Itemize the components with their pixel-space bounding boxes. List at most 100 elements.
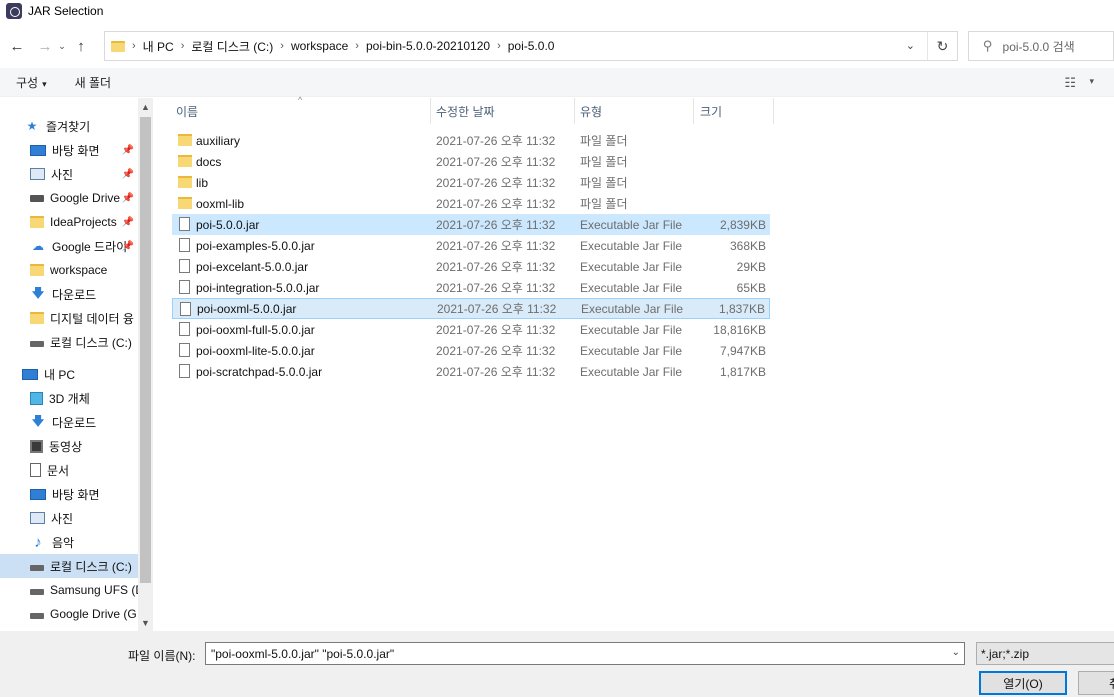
file-icon [179,343,190,357]
sidebar-item-label: 동영상 [49,439,83,454]
column-divider[interactable] [430,98,431,124]
recent-locations-chevron-icon[interactable]: ⌄ [56,35,68,57]
file-date: 2021-07-26 오후 11:32 [436,281,556,295]
filename-input[interactable]: "poi-ooxml-5.0.0.jar" "poi-5.0.0.jar" ⌄ [205,642,965,665]
breadcrumb-poi-bin[interactable]: poi-bin-5.0.0-20210120 [366,39,490,53]
sidebar-item-local-disk-quick[interactable]: 로컬 디스크 (C:) [0,330,138,354]
file-date: 2021-07-26 오후 11:32 [437,302,557,316]
sidebar-item-videos[interactable]: 동영상 [0,434,138,458]
chevron-down-icon[interactable]: ⌄ [906,39,915,52]
drive-icon [30,194,44,202]
search-box[interactable]: ⚲ poi-5.0.0 검색 [968,31,1114,61]
column-divider[interactable] [574,98,575,124]
chevron-right-icon[interactable]: › [181,40,185,52]
sidebar-item-music[interactable]: ♪ 음악 [0,530,138,554]
sidebar-item-label: 다운로드 [52,415,97,430]
table-row[interactable]: docs 2021-07-26 오후 11:32 파일 폴더 [172,151,770,172]
sidebar-item-this-pc[interactable]: 내 PC [0,362,138,386]
column-divider[interactable] [773,98,774,124]
sidebar-item-desktop-pc[interactable]: 바탕 화면 [0,482,138,506]
command-toolbar: 구성 ▾ 새 폴더 ☷ ▾ [0,68,1114,97]
organize-button[interactable]: 구성 ▾ [16,74,47,91]
column-header-size[interactable]: 크기 [700,98,770,124]
sidebar-item-google-drive-kr[interactable]: ☁ Google 드라이 📌 [0,234,138,258]
sidebar-item-documents[interactable]: 문서 [0,458,138,482]
sidebar-item-ideaprojects[interactable]: IdeaProjects 📌 [0,210,138,234]
table-row[interactable]: poi-scratchpad-5.0.0.jar 2021-07-26 오후 1… [172,361,770,382]
sidebar-item-label: Samsung UFS (D [50,583,138,597]
pin-icon: 📌 [121,168,134,180]
sidebar-item-downloads-pc[interactable]: 🡇 다운로드 [0,410,138,434]
sidebar-item-samsung-ufs[interactable]: Samsung UFS (D [0,578,138,602]
forward-arrow-icon[interactable]: → [34,35,56,57]
sidebar-item-label: 즐겨찾기 [46,119,91,134]
sidebar-item-downloads[interactable]: 🡇 다운로드 [0,282,138,306]
file-type: Executable Jar File [580,217,683,232]
file-date: 2021-07-26 오후 11:32 [436,323,556,337]
column-header-name[interactable]: 이름 ^ [176,95,430,124]
column-header-type[interactable]: 유형 [580,98,690,124]
sidebar-scrollbar[interactable]: ▲ ▼ [138,98,153,631]
chevron-right-icon[interactable]: › [355,40,359,52]
file-name: auxiliary [196,133,241,148]
breadcrumb-local-disk[interactable]: 로컬 디스크 (C:) [191,38,273,55]
search-input[interactable]: poi-5.0.0 검색 [1003,38,1075,55]
sidebar-item-google-drive-g[interactable]: Google Drive (G [0,602,138,626]
table-row[interactable]: poi-ooxml-full-5.0.0.jar 2021-07-26 오후 1… [172,319,770,340]
table-row[interactable]: lib 2021-07-26 오후 11:32 파일 폴더 [172,172,770,193]
sidebar-item-google-drive[interactable]: Google Drive 📌 [0,186,138,210]
sidebar-item-local-disk[interactable]: 로컬 디스크 (C:) [0,554,138,578]
up-arrow-icon[interactable]: ↑ [70,35,92,57]
column-divider[interactable] [693,98,694,124]
sidebar-item-pictures[interactable]: 사진 📌 [0,162,138,186]
sidebar-item-label: 내 PC [44,367,76,382]
breadcrumb-workspace[interactable]: workspace [291,39,348,53]
scroll-up-icon[interactable]: ▲ [138,98,153,115]
refresh-icon[interactable]: ↻ [927,32,957,60]
chevron-right-icon[interactable]: › [132,40,136,52]
table-row[interactable]: ooxml-lib 2021-07-26 오후 11:32 파일 폴더 [172,193,770,214]
breadcrumb-poi[interactable]: poi-5.0.0 [508,39,555,53]
table-row[interactable]: poi-5.0.0.jar 2021-07-26 오후 11:32 Execut… [172,214,770,235]
sidebar-item-3d-objects[interactable]: 3D 개체 [0,386,138,410]
table-row[interactable]: auxiliary 2021-07-26 오후 11:32 파일 폴더 [172,130,770,151]
sidebar-item-label: 음악 [52,535,75,550]
sidebar-item-favorites[interactable]: ★ 즐겨찾기 [0,114,138,138]
file-icon [179,364,190,378]
scrollbar-thumb[interactable] [140,117,151,583]
sidebar-item-pictures-pc[interactable]: 사진 [0,506,138,530]
chevron-right-icon[interactable]: › [497,40,501,52]
sidebar-item-workspace[interactable]: workspace [0,258,138,282]
table-row[interactable]: poi-integration-5.0.0.jar 2021-07-26 오후 … [172,277,770,298]
sidebar-item-desktop[interactable]: 바탕 화면 📌 [0,138,138,162]
sidebar-item-label: 로컬 디스크 (C:) [50,335,132,350]
address-bar[interactable]: › 내 PC › 로컬 디스크 (C:) › workspace › poi-b… [104,31,958,61]
chevron-down-icon[interactable]: ⌄ [952,647,960,658]
cancel-button[interactable]: 취소 [1078,671,1114,695]
title-bar: JAR Selection [0,0,1114,22]
column-header-date[interactable]: 수정한 날짜 [436,98,576,124]
pin-icon: 📌 [121,240,134,252]
file-type: 파일 폴더 [580,197,628,211]
open-button[interactable]: 열기(O) [979,671,1067,695]
caret-down-icon[interactable]: ▾ [1089,76,1094,87]
breadcrumb-pc[interactable]: 내 PC [143,38,174,55]
3d-objects-icon [30,391,43,405]
column-date-label: 수정한 날짜 [436,104,495,119]
file-name: lib [196,175,209,190]
column-name-label: 이름 [176,104,199,119]
file-type-filter[interactable]: *.jar;*.zip [976,642,1114,665]
table-row[interactable]: poi-ooxml-lite-5.0.0.jar 2021-07-26 오후 1… [172,340,770,361]
view-options-icon[interactable]: ☷ [1064,75,1076,91]
sidebar-item-digital-data[interactable]: 디지털 데이터 융 [0,306,138,330]
caret-down-icon: ▾ [42,78,47,89]
chevron-right-icon[interactable]: › [280,40,284,52]
back-arrow-icon[interactable]: ← [6,35,28,57]
table-row[interactable]: poi-examples-5.0.0.jar 2021-07-26 오후 11:… [172,235,770,256]
file-type: Executable Jar File [580,238,683,253]
table-row[interactable]: poi-ooxml-5.0.0.jar 2021-07-26 오후 11:32 … [172,298,770,319]
new-folder-button[interactable]: 새 폴더 [75,74,111,91]
table-row[interactable]: poi-excelant-5.0.0.jar 2021-07-26 오후 11:… [172,256,770,277]
scroll-down-icon[interactable]: ▼ [138,614,153,631]
file-name: ooxml-lib [196,196,245,211]
